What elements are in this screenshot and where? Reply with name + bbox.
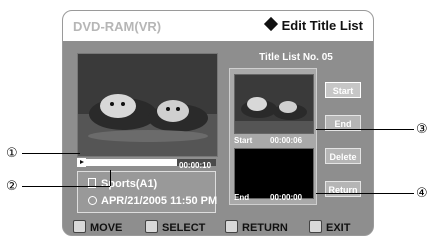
footer-exit-label: EXIT	[326, 222, 351, 234]
return-icon	[225, 220, 238, 233]
footer-exit[interactable]: EXIT	[309, 220, 350, 234]
callout-3-line	[316, 129, 414, 130]
callout-1: ①	[6, 146, 18, 161]
delete-button[interactable]: Delete	[325, 148, 361, 164]
move-icon	[73, 220, 86, 233]
footer-move[interactable]: MOVE	[73, 220, 122, 234]
edit-title-list-panel: DVD-RAM(VR) Edit Title List 00:00:10 Spo…	[62, 10, 374, 236]
title-date: APR/21/2005 11:50 PM	[88, 195, 217, 207]
callout-3: ③	[416, 122, 428, 137]
end-time: 00:00:00	[270, 193, 303, 202]
start-thumbnail	[234, 74, 314, 134]
end-thumbnail	[234, 148, 314, 199]
title-info-box: Sports(A1) APR/21/2005 11:50 PM	[77, 171, 217, 213]
title-list-number: Title List No. 05	[259, 52, 333, 63]
header-bar: DVD-RAM(VR) Edit Title List	[63, 11, 373, 41]
menu-title: Edit Title List	[263, 16, 363, 33]
otters-image	[78, 54, 217, 156]
edit-points-panel: Start 00:00:06 End 00:00:00	[229, 68, 317, 205]
otters-start-image	[235, 75, 313, 133]
diamond-icon	[263, 16, 278, 32]
start-label: Start	[234, 136, 253, 145]
title-date-text: APR/21/2005 11:50 PM	[101, 195, 218, 207]
footer-return-label: RETURN	[242, 222, 288, 234]
callout-1-line	[22, 153, 80, 154]
end-label: End	[234, 193, 250, 202]
callout-4: ④	[416, 186, 428, 201]
video-preview	[77, 53, 218, 157]
footer-select-label: SELECT	[162, 222, 206, 234]
callout-2-line	[22, 186, 110, 187]
playback-time: 00:00:10	[179, 161, 212, 170]
callout-2: ②	[6, 179, 18, 194]
footer-bar: MOVE SELECT RETURN EXIT	[63, 215, 373, 235]
footer-return[interactable]: RETURN	[225, 220, 288, 234]
progress-fill	[77, 159, 178, 166]
return-button[interactable]: Return	[325, 181, 361, 197]
menu-title-text: Edit Title List	[281, 18, 363, 33]
disc-mode-label: DVD-RAM(VR)	[73, 19, 162, 34]
footer-select[interactable]: SELECT	[145, 220, 205, 234]
start-time: 00:00:06	[270, 136, 303, 145]
title-name: Sports(A1)	[88, 178, 157, 190]
start-button[interactable]: Start	[325, 82, 361, 98]
select-icon	[145, 220, 158, 233]
play-icon[interactable]	[77, 158, 86, 167]
clock-icon	[88, 196, 97, 205]
callout-2-line-vertical	[110, 170, 111, 186]
callout-4-line	[316, 193, 414, 194]
footer-move-label: MOVE	[90, 222, 123, 234]
exit-icon	[309, 220, 322, 233]
